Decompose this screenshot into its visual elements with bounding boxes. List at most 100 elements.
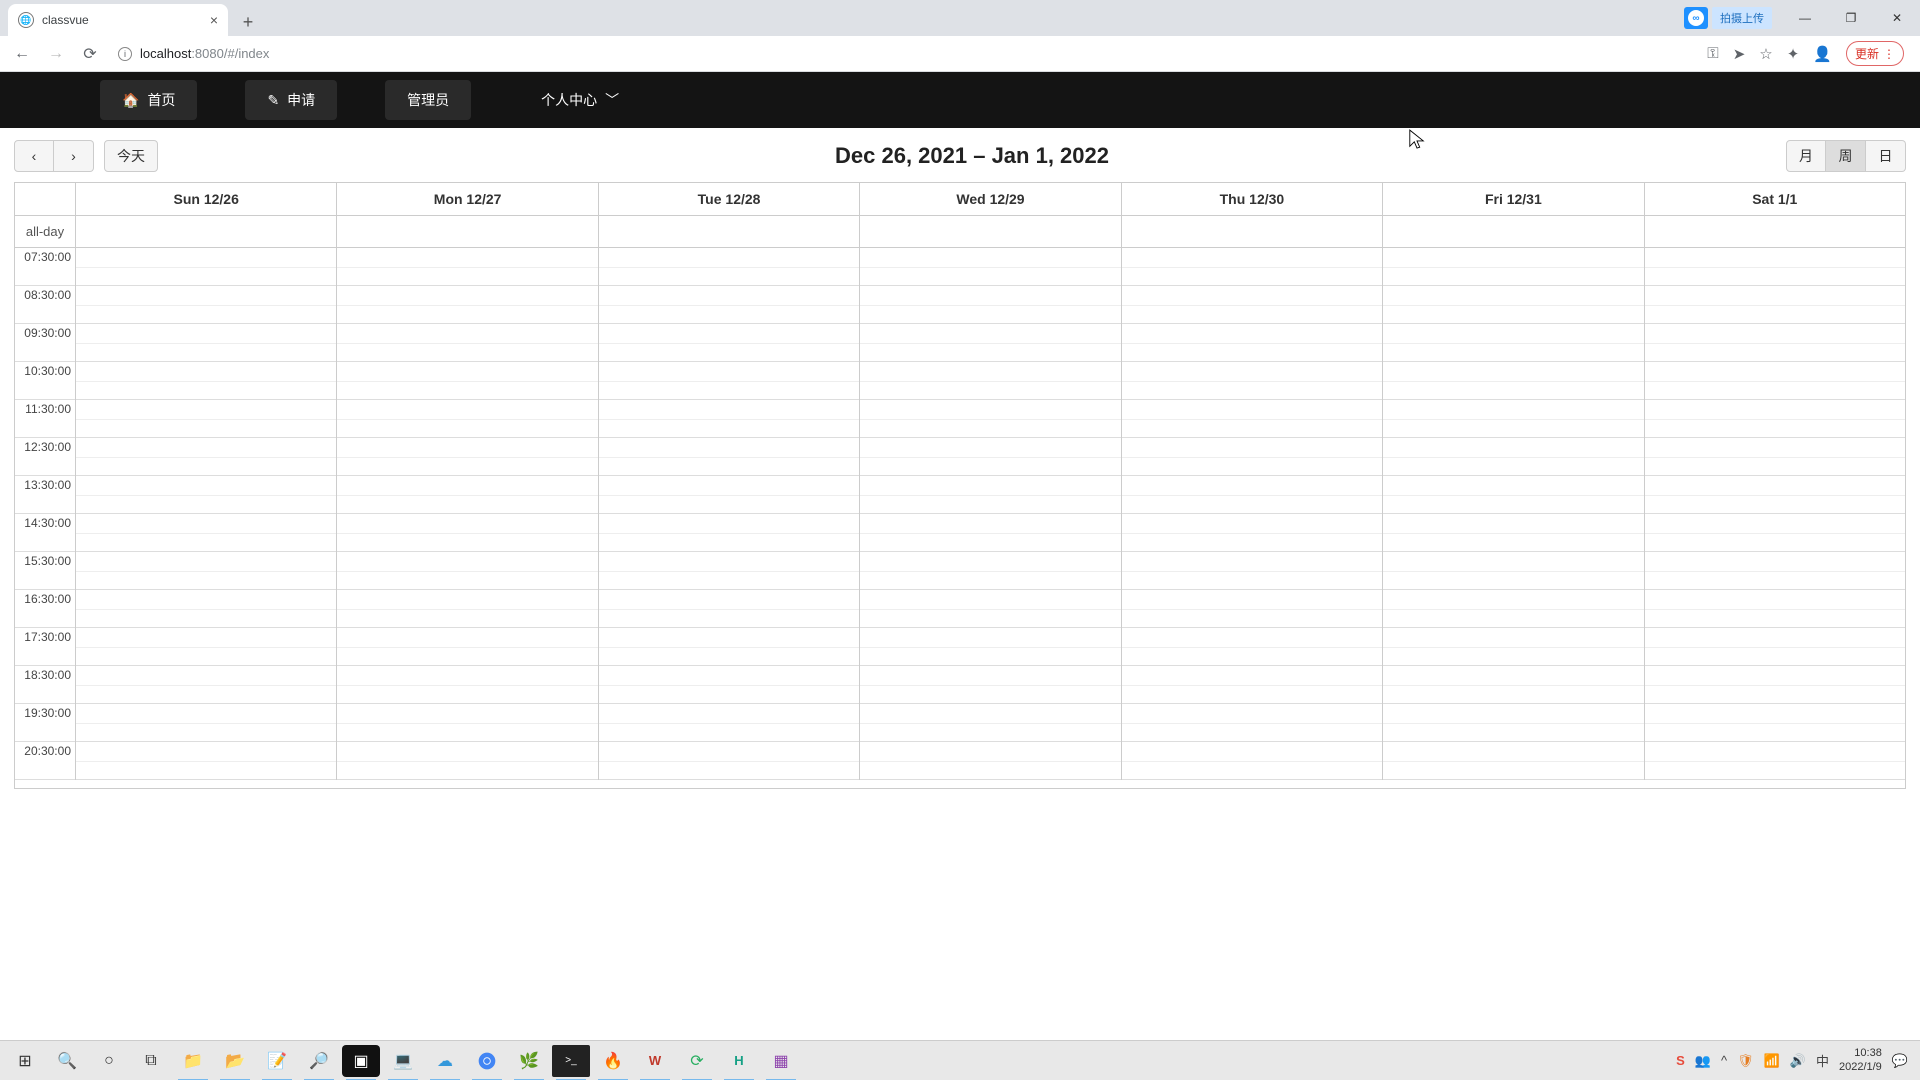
time-slot[interactable]	[337, 248, 597, 286]
time-slot[interactable]	[1122, 362, 1382, 400]
allday-cell[interactable]	[1121, 216, 1382, 247]
time-slot[interactable]	[860, 590, 1120, 628]
tray-volume-icon[interactable]: 🔊	[1790, 1053, 1806, 1069]
time-slot[interactable]	[337, 628, 597, 666]
time-slot[interactable]	[860, 666, 1120, 704]
time-slot[interactable]	[860, 324, 1120, 362]
time-slot[interactable]	[1383, 628, 1643, 666]
time-slot[interactable]	[1122, 742, 1382, 780]
site-info-icon[interactable]: i	[118, 47, 132, 61]
day-header[interactable]: Tue 12/28	[598, 183, 859, 215]
close-tab-icon[interactable]: ×	[210, 12, 218, 28]
tray-icon[interactable]: S	[1676, 1053, 1685, 1068]
time-slot[interactable]	[860, 286, 1120, 324]
time-slot[interactable]	[1122, 514, 1382, 552]
time-slot[interactable]	[337, 704, 597, 742]
time-slot[interactable]	[599, 286, 859, 324]
time-slot[interactable]	[1383, 286, 1643, 324]
time-slot[interactable]	[1645, 628, 1905, 666]
time-slot[interactable]	[599, 552, 859, 590]
time-slot[interactable]	[337, 552, 597, 590]
time-slot[interactable]	[599, 324, 859, 362]
allday-cell[interactable]	[1644, 216, 1905, 247]
day-column[interactable]	[336, 248, 597, 780]
time-slot[interactable]	[1645, 476, 1905, 514]
taskbar-app[interactable]: ☁	[426, 1045, 464, 1077]
time-slot[interactable]	[1383, 362, 1643, 400]
taskbar-app[interactable]: 🔥	[594, 1045, 632, 1077]
time-slot[interactable]	[599, 666, 859, 704]
time-slot[interactable]	[860, 742, 1120, 780]
allday-cell[interactable]	[1382, 216, 1643, 247]
close-window-button[interactable]: ✕	[1874, 2, 1920, 34]
profile-icon[interactable]: 👤	[1813, 45, 1832, 63]
time-slot[interactable]	[1645, 552, 1905, 590]
time-slot[interactable]	[76, 628, 336, 666]
time-slot[interactable]	[1383, 476, 1643, 514]
taskbar-app[interactable]: ▣	[342, 1045, 380, 1077]
time-slot[interactable]	[860, 400, 1120, 438]
maximize-button[interactable]: ❐	[1828, 2, 1874, 34]
taskbar-terminal[interactable]: >_	[552, 1045, 590, 1077]
update-button[interactable]: 更新⋮	[1846, 41, 1904, 66]
time-slot[interactable]	[599, 590, 859, 628]
day-header[interactable]: Thu 12/30	[1121, 183, 1382, 215]
time-slot[interactable]	[599, 438, 859, 476]
time-slot[interactable]	[1645, 400, 1905, 438]
new-tab-button[interactable]: +	[234, 8, 262, 36]
time-slot[interactable]	[599, 628, 859, 666]
taskbar-app[interactable]: ⟳	[678, 1045, 716, 1077]
time-slot[interactable]	[337, 742, 597, 780]
taskbar-app[interactable]: H	[720, 1045, 758, 1077]
time-slot[interactable]	[860, 704, 1120, 742]
time-slot[interactable]	[1122, 438, 1382, 476]
taskbar-app[interactable]: W	[636, 1045, 674, 1077]
key-icon[interactable]: ⚿	[1707, 45, 1718, 62]
view-week-button[interactable]: 周	[1826, 140, 1866, 172]
allday-cell[interactable]	[598, 216, 859, 247]
time-slot[interactable]	[1122, 704, 1382, 742]
time-slot[interactable]	[1122, 590, 1382, 628]
forward-button[interactable]: →	[42, 40, 70, 68]
time-slot[interactable]	[860, 362, 1120, 400]
next-button[interactable]: ›	[54, 140, 94, 172]
time-slot[interactable]	[1383, 324, 1643, 362]
taskbar-chrome[interactable]	[468, 1045, 506, 1077]
allday-cell[interactable]	[859, 216, 1120, 247]
time-slot[interactable]	[1383, 552, 1643, 590]
time-slot[interactable]	[76, 514, 336, 552]
time-slot[interactable]	[599, 476, 859, 514]
time-slot[interactable]	[76, 476, 336, 514]
nav-apply[interactable]: ✎ 申请	[245, 80, 337, 120]
time-slot[interactable]	[860, 438, 1120, 476]
nav-profile[interactable]: 个人中心 ﹀	[519, 80, 641, 120]
time-slot[interactable]	[860, 552, 1120, 590]
time-body[interactable]: 07:30:0008:30:0009:30:0010:30:0011:30:00…	[15, 248, 1905, 788]
allday-cell[interactable]	[336, 216, 597, 247]
day-header[interactable]: Mon 12/27	[336, 183, 597, 215]
nav-home[interactable]: 🏠 首页	[100, 80, 197, 120]
time-slot[interactable]	[337, 400, 597, 438]
start-button[interactable]: ⊞	[6, 1045, 44, 1077]
time-slot[interactable]	[337, 476, 597, 514]
time-slot[interactable]	[337, 666, 597, 704]
time-slot[interactable]	[599, 362, 859, 400]
time-slot[interactable]	[1383, 590, 1643, 628]
view-day-button[interactable]: 日	[1866, 140, 1906, 172]
back-button[interactable]: ←	[8, 40, 36, 68]
time-slot[interactable]	[1122, 628, 1382, 666]
time-slot[interactable]	[1645, 248, 1905, 286]
day-column[interactable]	[859, 248, 1120, 780]
nav-admin[interactable]: 管理员	[385, 80, 471, 120]
browser-tab[interactable]: 🌐 classvue ×	[8, 4, 228, 36]
time-slot[interactable]	[76, 438, 336, 476]
time-slot[interactable]	[599, 400, 859, 438]
time-slot[interactable]	[1645, 666, 1905, 704]
day-header[interactable]: Fri 12/31	[1382, 183, 1643, 215]
time-slot[interactable]	[337, 590, 597, 628]
cortana-button[interactable]: ○	[90, 1045, 128, 1077]
time-slot[interactable]	[1383, 514, 1643, 552]
taskbar-app[interactable]: 🔎	[300, 1045, 338, 1077]
time-slot[interactable]	[76, 552, 336, 590]
time-slot[interactable]	[599, 248, 859, 286]
